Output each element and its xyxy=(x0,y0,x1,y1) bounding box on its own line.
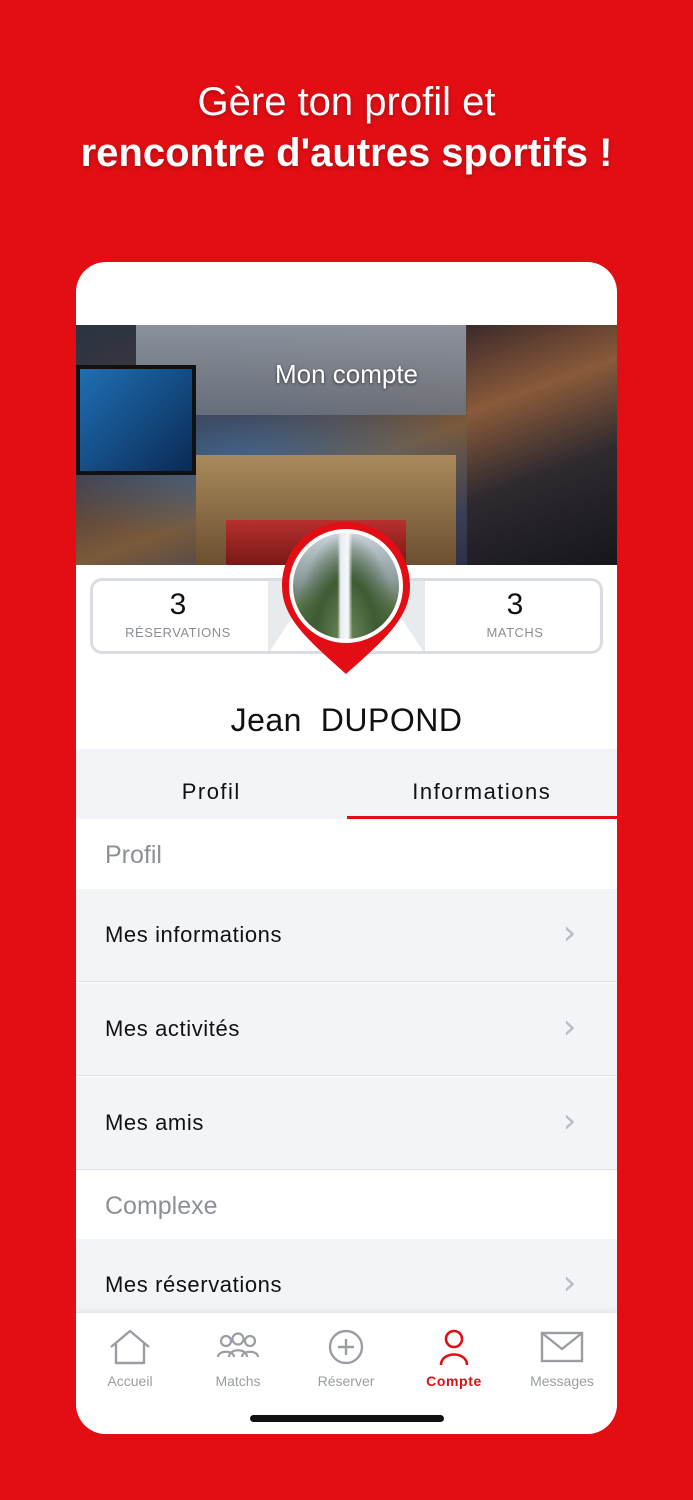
user-name: Jean DUPOND xyxy=(76,702,617,739)
user-last-name: DUPOND xyxy=(320,702,463,738)
section-title-complexe: Complexe xyxy=(76,1170,617,1240)
mail-icon xyxy=(540,1331,584,1363)
list-item-label: Mes informations xyxy=(105,922,283,947)
plus-circle-icon xyxy=(328,1329,364,1365)
tab-informations[interactable]: Informations xyxy=(346,749,618,819)
matchs-stat[interactable]: 3 MATCHS xyxy=(430,587,600,640)
profile-tabs: Profil Informations xyxy=(76,749,617,819)
chevron-right-icon: › xyxy=(562,1007,577,1047)
list-item-label: Mes amis xyxy=(105,1110,204,1135)
list-item-label: Mes réservations xyxy=(105,1272,283,1297)
nav-matchs[interactable]: Matchs xyxy=(184,1327,292,1389)
group-icon xyxy=(216,1332,260,1358)
list-item-mes-informations[interactable]: Mes informations › xyxy=(76,889,617,982)
avatar[interactable] xyxy=(289,529,403,643)
reservations-label: RÉSERVATIONS xyxy=(125,625,231,640)
nav-reserver[interactable]: Réserver xyxy=(292,1327,400,1389)
section-title-profil: Profil xyxy=(76,819,617,889)
nav-compte[interactable]: Compte xyxy=(400,1327,508,1389)
list-item-mes-amis[interactable]: Mes amis › xyxy=(76,1077,617,1170)
page-title: Mon compte xyxy=(274,359,419,389)
reservations-stat[interactable]: 3 RÉSERVATIONS xyxy=(93,587,263,640)
bottom-navigation: Accueil Matchs Réserver Compte Messages xyxy=(76,1312,617,1434)
user-icon xyxy=(439,1329,469,1366)
chevron-right-icon: › xyxy=(562,913,577,953)
home-icon xyxy=(110,1329,150,1365)
promo-line-1: Gère ton profil et xyxy=(197,80,496,124)
list-item-label: Mes activités xyxy=(105,1016,240,1041)
list-item-mes-activites[interactable]: Mes activités › xyxy=(76,983,617,1076)
home-indicator[interactable] xyxy=(250,1415,444,1422)
promo-line-2: rencontre d'autres sportifs ! xyxy=(80,131,613,175)
matchs-label: MATCHS xyxy=(486,625,544,640)
user-first-name: Jean xyxy=(230,702,302,738)
reservations-count: 3 xyxy=(169,588,187,621)
matchs-count: 3 xyxy=(506,588,524,621)
tab-profil[interactable]: Profil xyxy=(76,749,347,819)
nav-accueil[interactable]: Accueil xyxy=(76,1327,184,1389)
nav-messages[interactable]: Messages xyxy=(508,1327,616,1389)
chevron-right-icon: › xyxy=(562,1101,577,1141)
phone-screen: Mon compte 3 RÉSERVATIONS 3 MATCHS Jean … xyxy=(76,262,617,1434)
promo-heading: Gère ton profil et rencontre d'autres sp… xyxy=(0,76,693,178)
